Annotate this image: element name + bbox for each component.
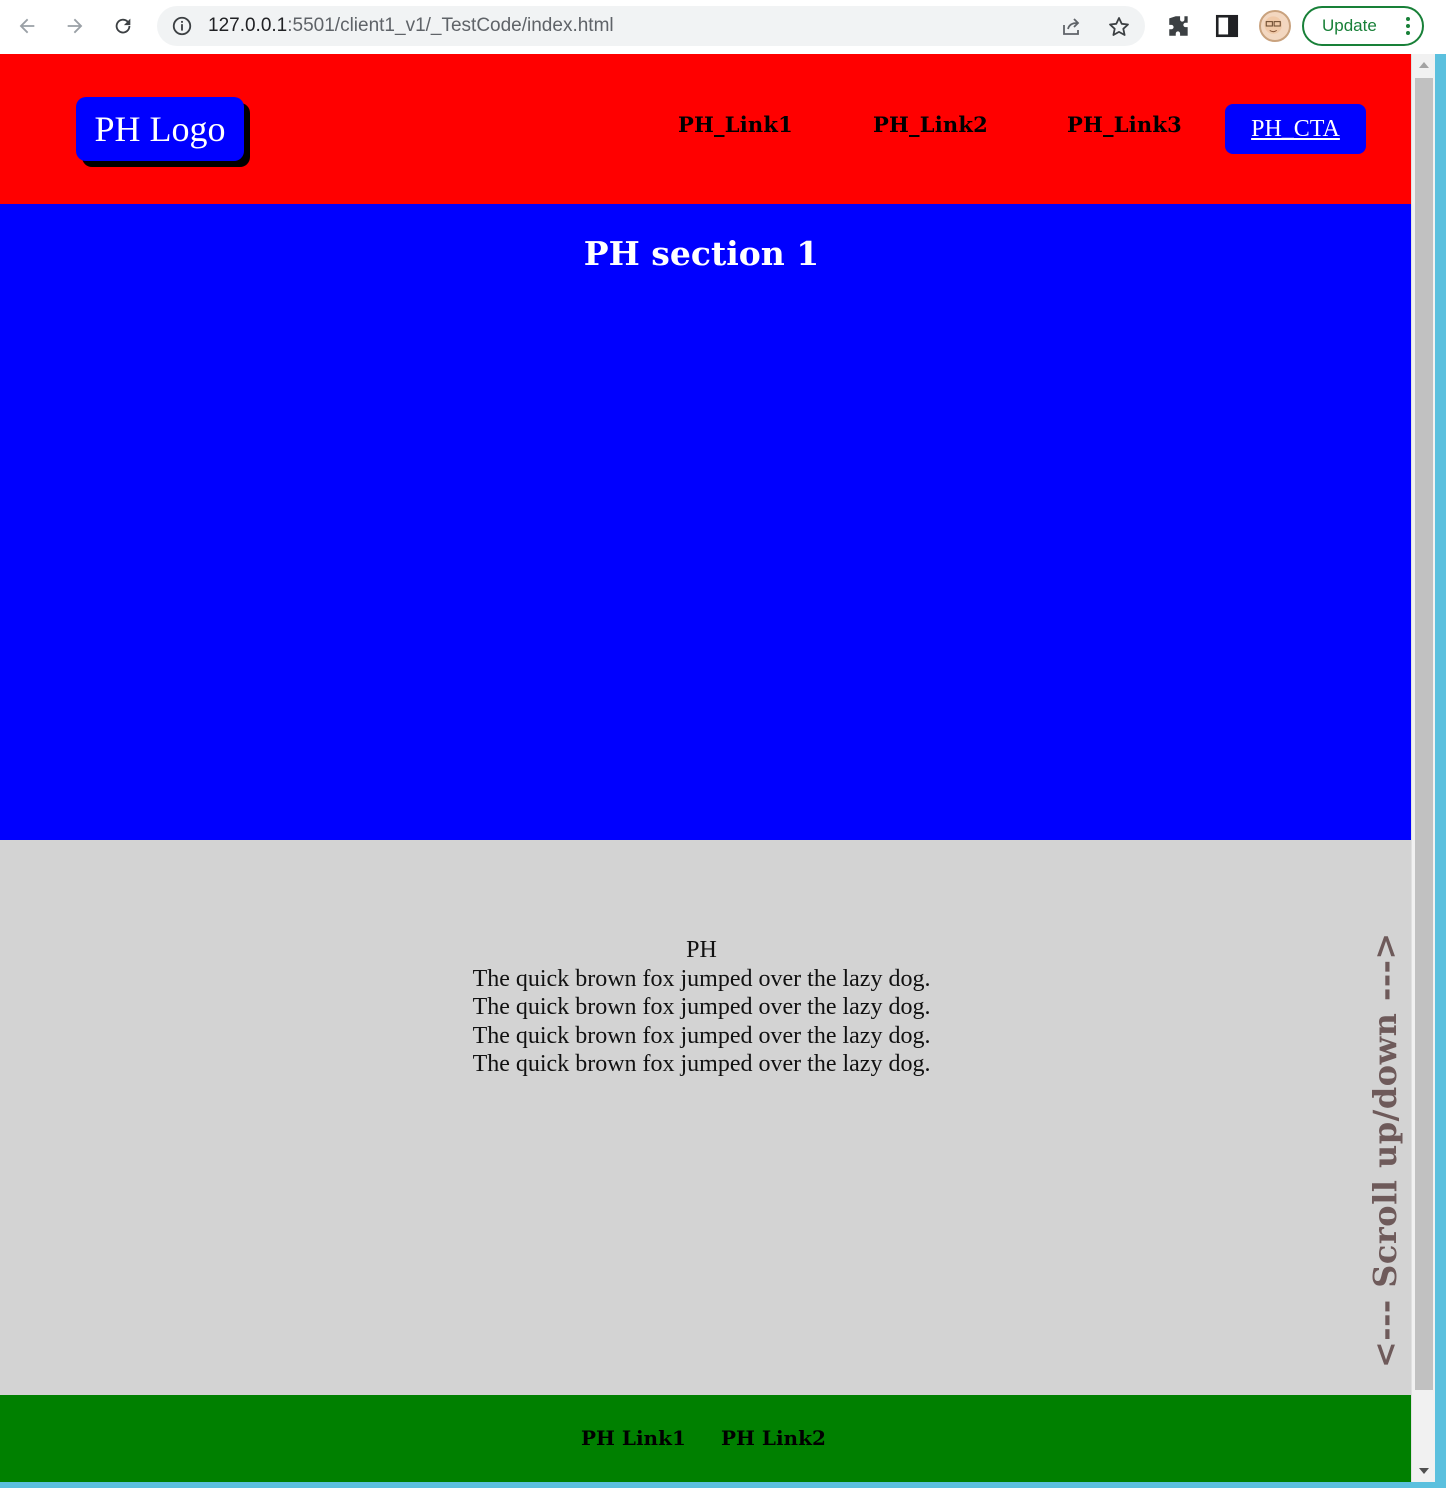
info-icon[interactable] <box>171 15 193 37</box>
page-scrollbar[interactable] <box>1411 54 1435 1482</box>
scroll-up-arrow-icon[interactable] <box>1419 62 1429 68</box>
section-2: PH The quick brown fox jumped over the l… <box>0 840 1411 1395</box>
reload-button[interactable] <box>105 8 141 44</box>
browser-toolbar: 127.0.0.1:5501/client1_v1/_TestCode/inde… <box>0 0 1446 54</box>
site-logo[interactable]: PH Logo <box>76 97 244 161</box>
body-line: The quick brown fox jumped over the lazy… <box>472 965 931 992</box>
profile-avatar[interactable] <box>1259 10 1291 42</box>
footer-link-1[interactable]: PH Link1 <box>581 1426 686 1450</box>
arrow-left-icon <box>19 18 35 34</box>
avatar-face-icon <box>1264 16 1282 34</box>
star-icon[interactable] <box>1107 15 1131 39</box>
reload-icon <box>115 18 131 34</box>
nav-link-2[interactable]: PH_Link2 <box>873 112 988 137</box>
window-border-right <box>1435 54 1446 1488</box>
window-border-bottom <box>0 1482 1446 1488</box>
update-label: Update <box>1322 16 1377 35</box>
section-1: PH section 1 <box>0 204 1411 840</box>
arrow-right-icon <box>67 18 83 34</box>
body-line: The quick brown fox jumped over the lazy… <box>472 994 931 1021</box>
address-bar[interactable]: 127.0.0.1:5501/client1_v1/_TestCode/inde… <box>157 6 1145 46</box>
url-host: 127.0.0.1 <box>208 15 288 36</box>
nav-link-3[interactable]: PH_Link3 <box>1067 112 1182 137</box>
url-path: :5501/client1_v1/_TestCode/index.html <box>287 15 614 36</box>
body-line: The quick brown fox jumped over the lazy… <box>472 1022 931 1049</box>
share-icon[interactable] <box>1059 15 1083 39</box>
body-line: The quick brown fox jumped over the lazy… <box>472 1051 931 1078</box>
section-2-text: PH The quick brown fox jumped over the l… <box>0 936 1403 1079</box>
back-button[interactable] <box>9 8 45 44</box>
more-menu-icon[interactable] <box>1406 17 1410 35</box>
site-header: PH Logo PH_Link1 PH_Link2 PH_Link3 PH_CT… <box>0 54 1411 204</box>
update-button[interactable]: Update <box>1302 6 1424 46</box>
extensions-icon[interactable] <box>1166 13 1192 39</box>
forward-button[interactable] <box>57 8 93 44</box>
site-footer: PH Link1 PH Link2 <box>0 1395 1411 1482</box>
cta-button[interactable]: PH_CTA <box>1225 104 1366 154</box>
section-2-heading: PH <box>686 937 717 963</box>
url-text: 127.0.0.1:5501/client1_v1/_TestCode/inde… <box>208 15 614 37</box>
section-1-title: PH section 1 <box>583 234 820 273</box>
nav-link-1[interactable]: PH_Link1 <box>678 112 793 137</box>
scroll-down-arrow-icon[interactable] <box>1419 1468 1429 1474</box>
footer-link-2[interactable]: PH Link2 <box>721 1426 826 1450</box>
side-panel-icon[interactable] <box>1214 13 1240 39</box>
scroll-hint: <--- Scroll up/down ---> <box>1366 932 1404 1368</box>
page-viewport: PH Logo PH_Link1 PH_Link2 PH_Link3 PH_CT… <box>0 54 1411 1482</box>
scrollbar-thumb[interactable] <box>1415 78 1433 1390</box>
